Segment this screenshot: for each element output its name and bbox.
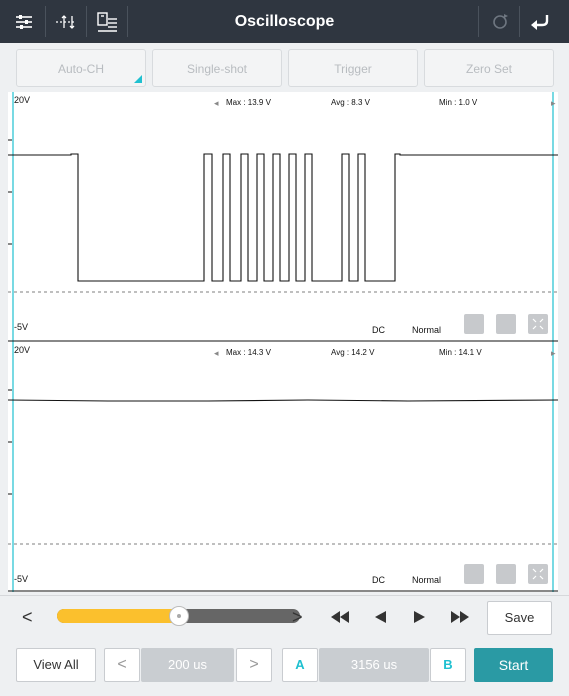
fullscreen-icon bbox=[532, 318, 544, 330]
toolbar-divider bbox=[519, 6, 520, 37]
channel1-bottom-label: -5V bbox=[14, 322, 29, 332]
scroll-right-button[interactable]: > bbox=[292, 607, 303, 628]
channel2-waveform bbox=[8, 342, 558, 592]
save-button[interactable]: Save bbox=[487, 601, 552, 635]
channel1-scope[interactable]: 20V ◂ Max : 13.9 V Avg : 8.3 V Min : 1.0… bbox=[8, 92, 558, 342]
channel2-top-label: 20V bbox=[14, 345, 31, 355]
start-button[interactable]: Start bbox=[474, 648, 553, 682]
toolbar-divider bbox=[86, 6, 87, 37]
step-back-icon[interactable] bbox=[373, 610, 387, 624]
fast-rewind-icon[interactable] bbox=[330, 610, 350, 624]
toolbar-divider bbox=[127, 6, 128, 37]
scroll-left-button[interactable]: < bbox=[22, 607, 33, 628]
trigger-button[interactable]: Trigger bbox=[288, 49, 418, 87]
toolbar-divider bbox=[478, 6, 479, 37]
channel2-mode: Normal bbox=[412, 575, 442, 585]
channel2-coupling: DC bbox=[372, 575, 385, 585]
channel2-move-button[interactable] bbox=[496, 564, 516, 584]
channel2-fullscreen-button[interactable] bbox=[528, 564, 548, 584]
position-slider-fill bbox=[57, 609, 179, 623]
channel1-avg: Avg : 8.3 V bbox=[331, 98, 370, 107]
channel1-coupling: DC bbox=[372, 325, 385, 335]
fullscreen-icon bbox=[532, 568, 544, 580]
single-shot-label: Single-shot bbox=[186, 62, 248, 76]
auto-ch-button[interactable]: Auto-CH bbox=[16, 49, 146, 87]
auto-ch-label: Auto-CH bbox=[57, 62, 104, 76]
channel2-lock-button[interactable] bbox=[464, 564, 484, 584]
channel1-waveform bbox=[8, 92, 558, 342]
channel2-max: Max : 14.3 V bbox=[226, 348, 271, 357]
channel1-min: Min : 1.0 V bbox=[439, 98, 478, 107]
step-forward-icon[interactable] bbox=[413, 610, 427, 624]
save-file-icon[interactable] bbox=[93, 8, 121, 36]
channel2-avg: Avg : 14.2 V bbox=[331, 348, 375, 357]
timebase-value: 200 us bbox=[141, 648, 234, 682]
channel2-bottom-label: -5V bbox=[14, 574, 29, 584]
channel2-scope[interactable]: 20V ◂ Max : 14.3 V Avg : 14.2 V Min : 14… bbox=[8, 342, 558, 592]
timebase-increase-button[interactable]: > bbox=[236, 648, 272, 682]
channel2-min: Min : 14.1 V bbox=[439, 348, 482, 357]
cursor-b-button[interactable]: B bbox=[430, 648, 466, 682]
dropdown-corner-icon bbox=[134, 75, 142, 83]
zero-set-button[interactable]: Zero Set bbox=[424, 49, 554, 87]
view-all-button[interactable]: View All bbox=[16, 648, 96, 682]
measure-icon[interactable] bbox=[52, 8, 80, 36]
channel1-left-arrow: ◂ bbox=[214, 98, 219, 108]
fast-forward-icon[interactable] bbox=[450, 610, 470, 624]
channel1-mode: Normal bbox=[412, 325, 442, 335]
refresh-icon[interactable] bbox=[486, 8, 514, 36]
channel1-right-arrow: ▸ bbox=[551, 98, 556, 108]
back-icon[interactable] bbox=[526, 8, 554, 36]
playback-control-bar: < > Save bbox=[0, 595, 569, 641]
single-shot-button[interactable]: Single-shot bbox=[152, 49, 282, 87]
channel2-left-arrow: ◂ bbox=[214, 348, 219, 358]
position-slider-thumb[interactable] bbox=[169, 606, 189, 626]
channel1-max: Max : 13.9 V bbox=[226, 98, 271, 107]
trigger-label: Trigger bbox=[334, 62, 372, 76]
title-bar: Oscilloscope bbox=[0, 0, 569, 43]
channel2-right-arrow: ▸ bbox=[551, 348, 556, 358]
toolbar-divider bbox=[45, 6, 46, 37]
channel1-lock-button[interactable] bbox=[464, 314, 484, 334]
channel1-fullscreen-button[interactable] bbox=[528, 314, 548, 334]
zero-set-label: Zero Set bbox=[465, 62, 513, 76]
channel1-move-button[interactable] bbox=[496, 314, 516, 334]
timebase-decrease-button[interactable]: < bbox=[104, 648, 140, 682]
sliders-icon[interactable] bbox=[10, 8, 38, 36]
cursor-delta-value: 3156 us bbox=[319, 648, 429, 682]
channel1-top-label: 20V bbox=[14, 95, 31, 105]
cursor-a-button[interactable]: A bbox=[282, 648, 318, 682]
